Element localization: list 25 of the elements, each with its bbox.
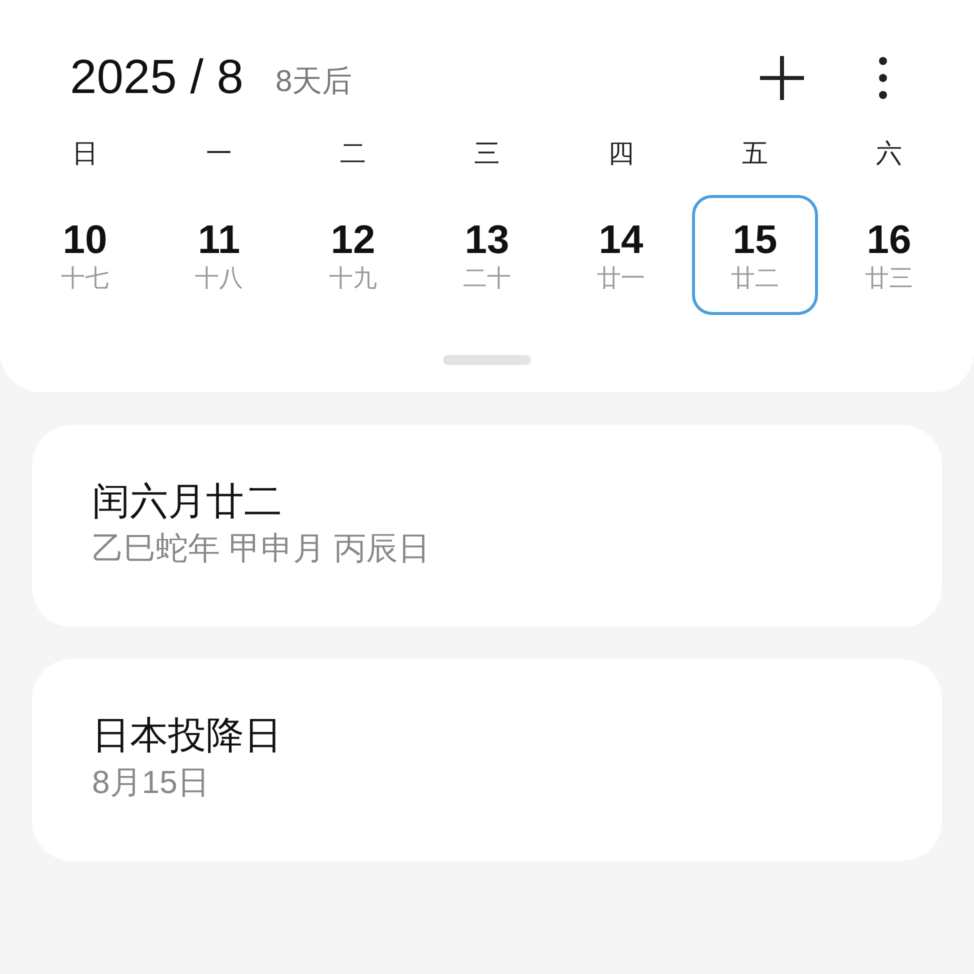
card-title: 日本投降日 (92, 714, 282, 759)
day-cell[interactable]: 14 廿一 (558, 195, 684, 315)
more-icon[interactable] (878, 56, 888, 100)
weekday-label: 日 (72, 137, 98, 170)
month-title: 2025 / 8 (70, 50, 244, 106)
card-subtitle: 乙巳蛇年 甲申月 丙辰日 (92, 529, 430, 568)
day-cell[interactable]: 12 十九 (290, 195, 416, 315)
weekday-label: 一 (206, 137, 232, 170)
add-icon[interactable] (758, 54, 806, 102)
weekday-label: 三 (474, 137, 500, 170)
day-cell[interactable]: 11 十八 (156, 195, 282, 315)
weekday-label: 二 (340, 137, 366, 170)
day-cell[interactable]: 15 廿二 (692, 195, 818, 315)
event-card[interactable]: 闰六月廿二 乙巳蛇年 甲申月 丙辰日 (32, 425, 942, 627)
weekday-label: 五 (742, 137, 768, 170)
event-card[interactable]: 日本投降日 8月15日 (32, 659, 942, 861)
day-cell[interactable]: 10 十七 (22, 195, 148, 315)
card-subtitle: 8月15日 (92, 763, 210, 802)
day-cell[interactable]: 13 二十 (424, 195, 550, 315)
card-title: 闰六月廿二 (92, 480, 282, 525)
weekday-label: 四 (608, 137, 634, 170)
countdown-text: 8天后 (275, 64, 352, 100)
day-cell[interactable]: 16 廿三 (826, 195, 952, 315)
drag-handle[interactable] (443, 355, 531, 365)
weekday-label: 六 (876, 137, 902, 170)
